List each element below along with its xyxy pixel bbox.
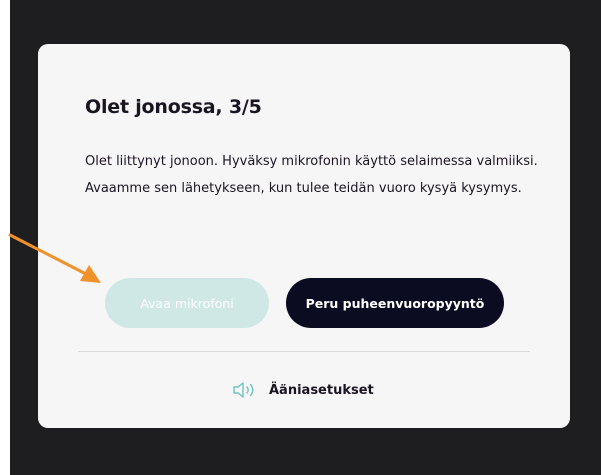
page-edge <box>0 0 10 475</box>
dialog-message: Olet liittynyt jonoon. Hyväksy mikrofoni… <box>85 154 538 196</box>
open-microphone-button[interactable]: Avaa mikrofoni <box>105 278 269 328</box>
dialog-title: Olet jonossa, 3/5 <box>85 96 262 118</box>
speaker-icon <box>231 380 261 400</box>
divider <box>78 351 530 352</box>
audio-settings-link[interactable]: Ääniasetukset <box>231 378 374 402</box>
audio-settings-label: Ääniasetukset <box>269 382 374 398</box>
queue-dialog: Olet jonossa, 3/5 Olet liittynyt jonoon.… <box>38 44 570 428</box>
cancel-request-button[interactable]: Peru puheenvuoropyyntö <box>286 278 504 328</box>
